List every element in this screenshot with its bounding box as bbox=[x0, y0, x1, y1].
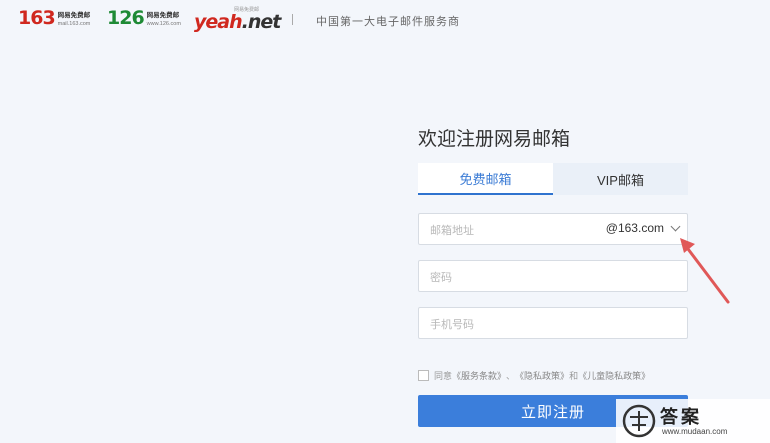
watermark-url: www.mudaan.com bbox=[662, 427, 728, 436]
logo-126-sub: 网易免费邮 www.126.com bbox=[147, 12, 181, 28]
logo-126[interactable]: 126 网易免费邮 www.126.com bbox=[107, 8, 181, 28]
email-address-field[interactable]: 邮箱地址 @163.com bbox=[418, 213, 688, 245]
logo-163-sub: 网易免费邮 mail.163.com bbox=[58, 12, 91, 28]
logo-163[interactable]: 163 网易免费邮 mail.163.com bbox=[18, 8, 90, 28]
agreement-separator: 、 bbox=[506, 371, 516, 381]
email-domain-select[interactable]: @163.com bbox=[605, 221, 681, 235]
annotation-arrow-icon bbox=[680, 238, 730, 304]
logo-126-label-en: www.126.com bbox=[146, 21, 181, 27]
logo-163-number: 163 bbox=[18, 7, 56, 29]
logo-yeah-wordmark: yeah.net bbox=[194, 10, 282, 34]
chevron-down-icon bbox=[670, 221, 681, 231]
logo-yeah-brand: yeah bbox=[194, 11, 243, 33]
child-privacy-policy-link[interactable]: 《儿童隐私政策》 bbox=[578, 369, 650, 382]
watermark: 答案 www.mudaan.com bbox=[616, 399, 770, 443]
password-field[interactable]: 密码 bbox=[418, 260, 688, 292]
agreement-and: 和 bbox=[569, 371, 579, 381]
mailbox-tabs: 免费邮箱 VIP邮箱 bbox=[418, 163, 688, 195]
tab-free-mailbox[interactable]: 免费邮箱 bbox=[418, 163, 553, 195]
logo-yeah[interactable]: 网易免费邮 yeah.net bbox=[194, 6, 282, 34]
logo-126-label-cn: 网易免费邮 bbox=[146, 12, 180, 19]
logo-163-label-en: mail.163.com bbox=[57, 21, 91, 27]
logo-163-label-cn: 网易免费邮 bbox=[57, 12, 91, 19]
logo-126-number: 126 bbox=[107, 7, 145, 29]
agreement-row: 同意 《服务条款》 、 《隐私政策》 和 《儿童隐私政策》 bbox=[418, 369, 650, 382]
password-placeholder: 密码 bbox=[430, 272, 452, 284]
privacy-policy-link[interactable]: 《隐私政策》 bbox=[515, 369, 569, 382]
phone-number-field[interactable]: 手机号码 bbox=[418, 307, 688, 339]
agreement-prefix: 同意 bbox=[434, 371, 453, 381]
tab-vip-mailbox[interactable]: VIP邮箱 bbox=[553, 163, 688, 195]
watermark-brand: 答案 bbox=[660, 407, 702, 427]
watermark-logo-icon bbox=[622, 404, 656, 438]
phone-number-placeholder: 手机号码 bbox=[430, 319, 474, 331]
logo-yeah-tag: 网易免费邮 bbox=[234, 7, 260, 13]
logo-yeah-suffix: .net bbox=[241, 11, 282, 33]
email-domain-value: @163.com bbox=[605, 221, 664, 235]
email-address-placeholder: 邮箱地址 bbox=[430, 225, 474, 237]
terms-of-service-link[interactable]: 《服务条款》 bbox=[452, 369, 506, 382]
header-divider bbox=[292, 14, 293, 25]
site-header: 163 网易免费邮 mail.163.com 126 网易免费邮 www.126… bbox=[0, 0, 770, 40]
header-slogan: 中国第一大电子邮件服务商 bbox=[316, 16, 460, 28]
page-title: 欢迎注册网易邮箱 bbox=[418, 129, 571, 150]
agreement-checkbox[interactable] bbox=[418, 370, 429, 381]
